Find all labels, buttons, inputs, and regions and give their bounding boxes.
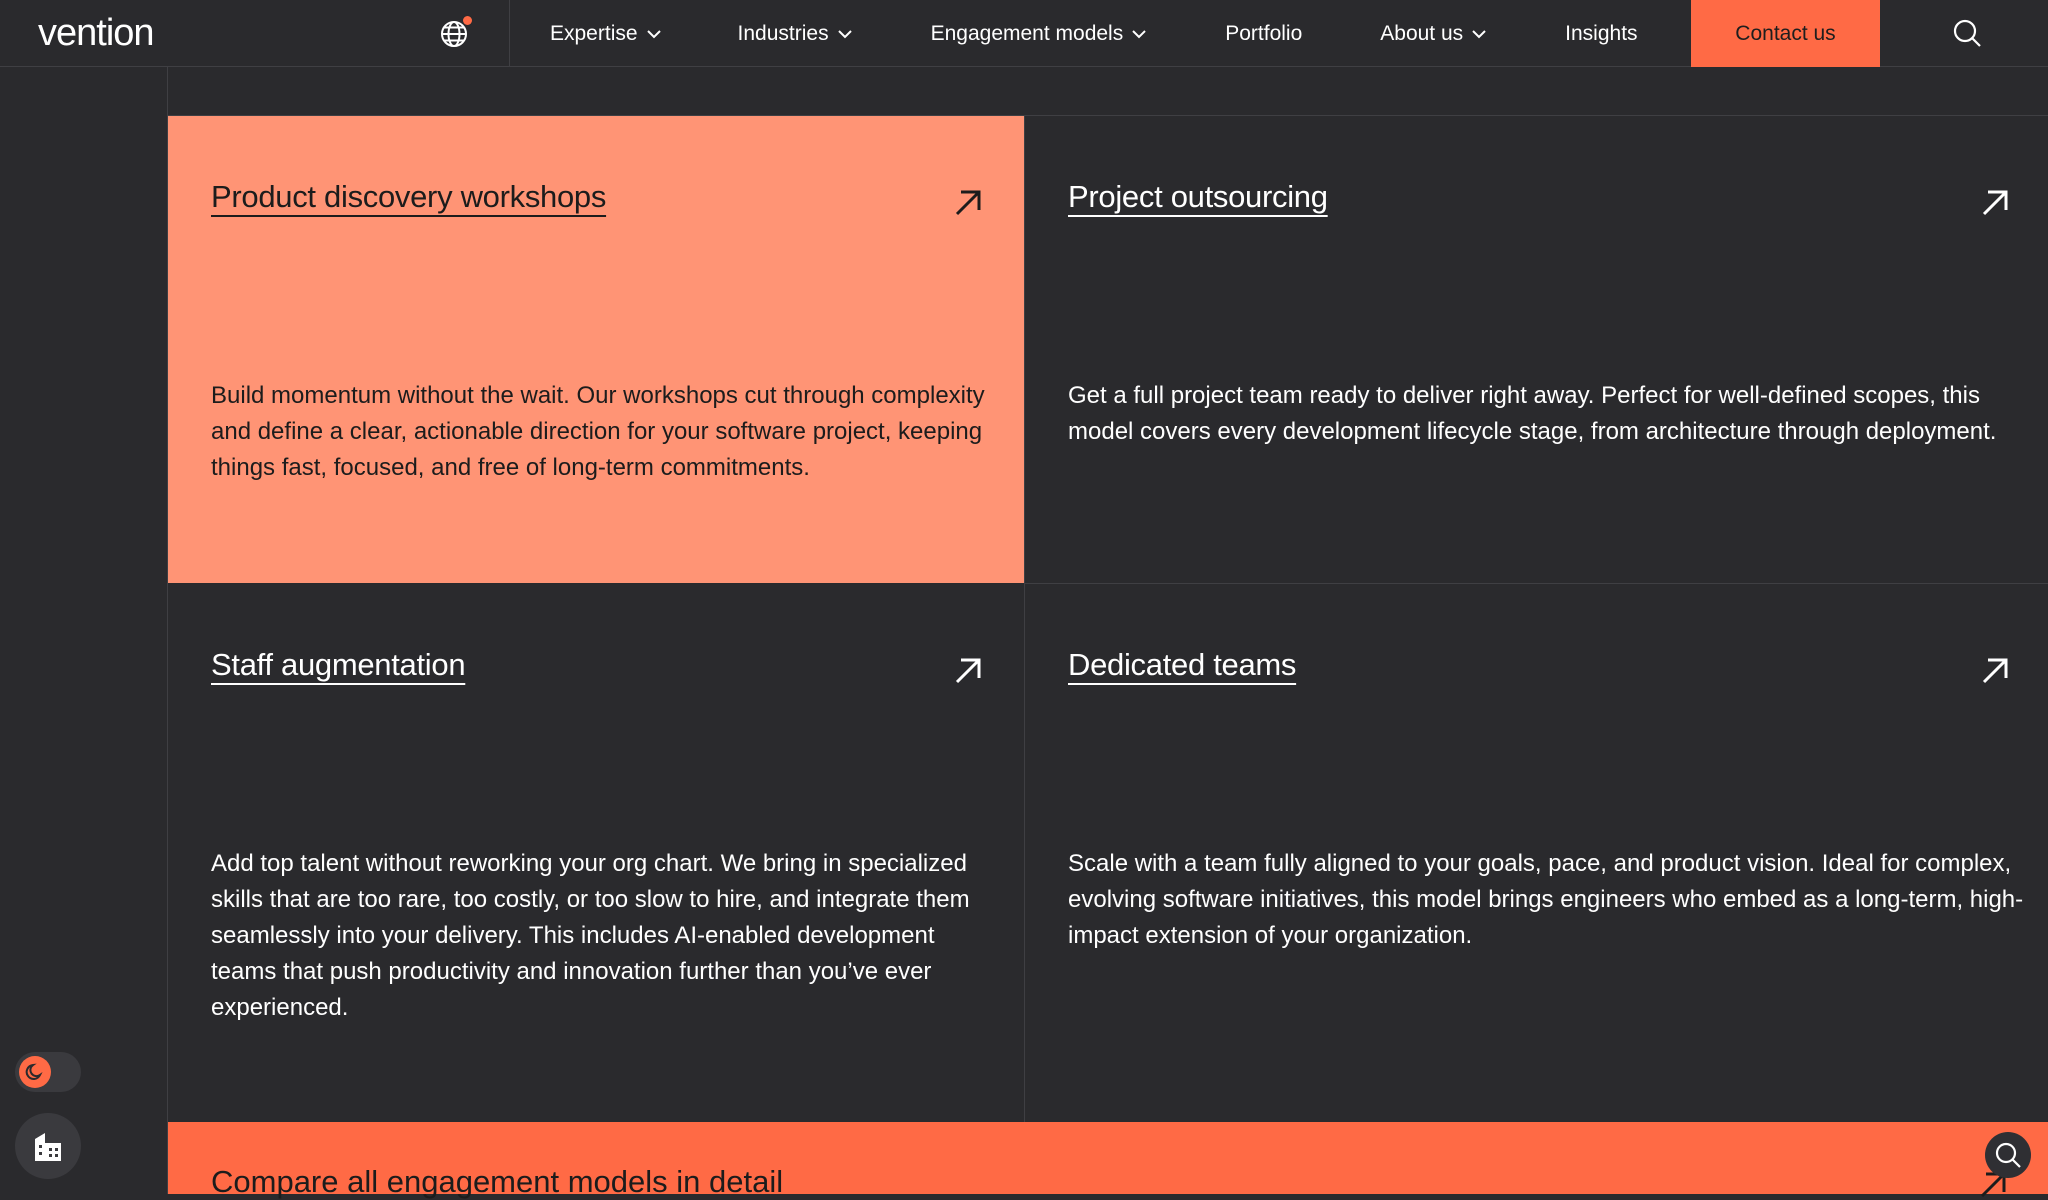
moon-icon: [19, 1056, 51, 1088]
nav-label: Industries: [737, 21, 829, 45]
compare-models-banner[interactable]: Compare all engagement models in detail: [168, 1122, 2048, 1199]
logo[interactable]: vention: [38, 12, 155, 55]
building-icon[interactable]: [15, 1113, 81, 1179]
theme-toggle[interactable]: [15, 1052, 81, 1092]
nav-item-industries[interactable]: Industries: [738, 0, 853, 67]
nav-item-insights[interactable]: Insights: [1565, 0, 1637, 67]
site-header: vention Expertise Industries Engagement …: [0, 0, 2048, 67]
arrow-up-right-icon: [1982, 190, 2008, 216]
card-title[interactable]: Product discovery workshops: [211, 179, 606, 215]
engagement-card-project-outsourcing[interactable]: Project outsourcing Get a full project t…: [1025, 116, 2048, 583]
card-grid-vertical-divider: [1024, 116, 1025, 1122]
chevron-down-icon: [1132, 29, 1146, 38]
main-nav: Expertise Industries Engagement models P…: [510, 0, 1638, 67]
card-description: Add top talent without reworking your or…: [211, 850, 970, 1021]
card-description: Scale with a team fully aligned to your …: [1068, 850, 2024, 949]
card-title[interactable]: Project outsourcing: [1068, 179, 1328, 215]
globe-icon[interactable]: [438, 16, 472, 50]
nav-label: Portfolio: [1225, 21, 1303, 45]
nav-item-portfolio[interactable]: Portfolio: [1225, 0, 1302, 67]
nav-item-about-us[interactable]: About us: [1380, 0, 1487, 67]
contact-us-button[interactable]: Contact us: [1691, 0, 1880, 67]
compare-models-link[interactable]: Compare all engagement models in detail: [211, 1164, 783, 1200]
nav-label: Engagement models: [930, 21, 1124, 45]
nav-label: Insights: [1565, 21, 1638, 45]
arrow-up-right-icon: [1982, 658, 2008, 684]
search-icon[interactable]: [1950, 16, 1984, 50]
notification-dot: [463, 16, 472, 25]
left-rail: [0, 67, 167, 1194]
card-title[interactable]: Dedicated teams: [1068, 647, 1296, 683]
arrow-up-right-icon: [955, 190, 981, 216]
chevron-down-icon: [1472, 29, 1486, 38]
nav-label: About us: [1380, 21, 1464, 45]
chat-search-icon[interactable]: [1985, 1132, 2031, 1178]
chevron-down-icon: [646, 29, 661, 38]
engagement-card-staff-augmentation[interactable]: Staff augmentation Add top talent withou…: [168, 584, 1024, 1122]
engagement-card-product-discovery[interactable]: Product discovery workshops Build moment…: [168, 116, 1024, 583]
card-description: Build momentum without the wait. Our wor…: [211, 382, 985, 481]
chevron-down-icon: [837, 29, 852, 38]
engagement-card-dedicated-teams[interactable]: Dedicated teams Scale with a team fully …: [1025, 584, 2048, 1122]
nav-label: Expertise: [550, 21, 638, 45]
nav-item-engagement-models[interactable]: Engagement models: [931, 0, 1148, 67]
nav-item-expertise[interactable]: Expertise: [550, 0, 662, 67]
card-title[interactable]: Staff augmentation: [211, 647, 466, 683]
card-grid-horizontal-divider: [1025, 583, 2048, 584]
card-description: Get a full project team ready to deliver…: [1068, 382, 1997, 445]
arrow-up-right-icon: [955, 658, 981, 684]
